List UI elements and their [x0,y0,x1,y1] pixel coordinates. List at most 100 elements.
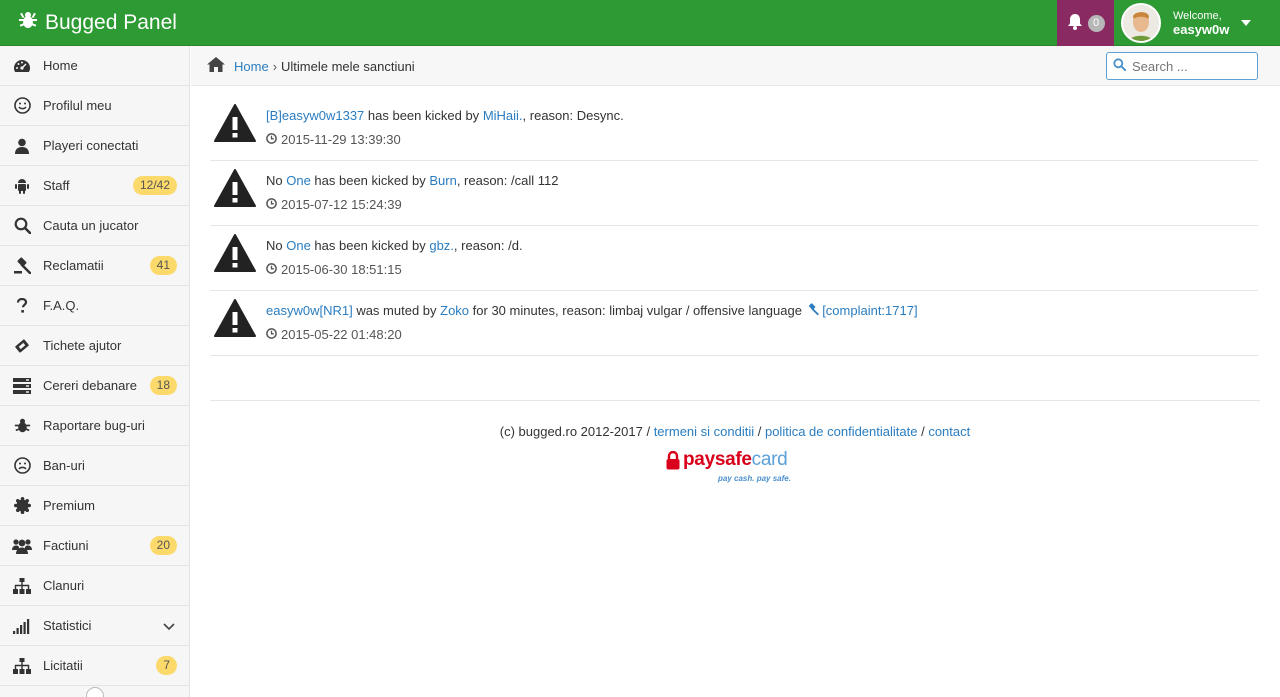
terms-link[interactable]: termeni si conditii [654,424,754,439]
avatar [1121,3,1161,43]
sanction-action: has been kicked by [364,108,483,123]
sanction-reason: for 30 minutes, reason: limbaj vulgar / … [469,303,806,318]
brand[interactable]: Bugged Panel [18,0,177,46]
sidebar-item-label: Cereri debanare [43,378,137,393]
sidebar-item-label: Cauta un jucator [43,218,139,233]
search-box[interactable] [1106,52,1258,80]
admin-link[interactable]: Zoko [440,303,469,318]
player-link[interactable]: One [286,173,311,188]
sitemap-icon [12,656,32,676]
sidebar-item-factions[interactable]: Factiuni 20 [0,526,189,566]
footer: (c) bugged.ro 2012-2017 / termeni si con… [210,424,1260,439]
breadcrumb-current: Ultimele mele sanctiuni [281,58,415,74]
sidebar-item-profile[interactable]: Profilul meu [0,86,189,126]
android-icon [12,176,32,196]
bug-icon [18,10,45,36]
timestamp-text: 2015-11-29 13:39:30 [281,132,401,147]
top-navbar: Bugged Panel 0 Welcome, easyw0w [0,0,1280,46]
certificate-icon [12,496,32,516]
player-link[interactable]: [B]easyw0w1337 [266,108,364,123]
sidebar-item-unban-requests[interactable]: Cereri debanare 18 [0,366,189,406]
list-item: No One has been kicked by Burn, reason: … [210,161,1258,226]
search-input[interactable] [1132,58,1252,74]
list-item: [B]easyw0w1337 has been kicked by MiHaii… [210,96,1258,161]
admin-link[interactable]: MiHaii. [483,108,523,123]
server-icon [12,376,32,396]
sidebar-item-label: Tichete ajutor [43,338,122,353]
user-menu[interactable]: Welcome, easyw0w [1114,0,1280,46]
smile-icon [12,96,32,116]
footer-sep: / [917,424,929,439]
sitemap-icon [12,576,32,596]
sidebar-item-premium[interactable]: Premium [0,486,189,526]
frown-icon [12,456,32,476]
sidebar-item-faq[interactable]: F.A.Q. [0,286,189,326]
sidebar-item-label: Raportare bug-uri [43,418,145,433]
sidebar-item-statistics[interactable]: Statistici [0,606,189,646]
sanction-action: has been kicked by [310,173,430,188]
player-link[interactable]: One [286,238,311,253]
notifications-count: 0 [1087,14,1105,32]
sidebar-item-clans[interactable]: Clanuri [0,566,189,606]
sidebar-item-search-player[interactable]: Cauta un jucator [0,206,189,246]
breadcrumb-home-link[interactable]: Home [234,59,269,74]
users-icon [12,536,32,556]
sidebar-collapse[interactable] [0,686,189,697]
gavel-icon [12,256,32,276]
sidebar-item-bans[interactable]: Ban-uri [0,446,189,486]
sanction-prefix: No [266,238,287,253]
paysafecard-brand-a: paysafe [683,449,752,470]
sidebar-item-label: Playeri conectati [43,138,139,153]
contact-link[interactable]: contact [928,424,970,439]
sidebar-item-home[interactable]: Home [0,46,189,86]
footer-sep: / [754,424,765,439]
search-icon [12,216,32,236]
bug-icon [12,416,32,436]
admin-link[interactable]: Burn [429,173,456,188]
footer-divider [210,400,1260,401]
sanction-timestamp: 2015-06-30 18:51:15 [266,262,402,277]
paysafecard-logo: paysafecard pay cash. pay safe. [666,449,798,485]
factions-badge: 20 [149,536,177,555]
warning-icon [214,104,256,145]
sidebar-item-label: Home [43,58,78,73]
player-link[interactable]: easyw0w[NR1] [266,303,353,318]
admin-link[interactable]: gbz. [429,238,454,253]
list-item: easyw0w[NR1] was muted by Zoko for 30 mi… [210,291,1258,356]
sanction-text: [B]easyw0w1337 has been kicked by MiHaii… [266,108,624,123]
complaint-link[interactable]: [complaint:1717] [822,303,917,318]
question-icon [12,296,32,316]
clock-icon [266,132,281,147]
sidebar-item-label: Clanuri [43,578,85,593]
dashboard-icon [12,56,32,76]
app-title: Bugged Panel [45,11,177,34]
notifications-button[interactable]: 0 [1057,0,1114,46]
collapse-toggle-icon[interactable] [86,687,104,697]
breadcrumb-separator: › [272,58,278,74]
staff-badge: 12/42 [132,176,177,195]
complaints-badge: 41 [149,256,177,275]
sidebar-item-auctions[interactable]: Licitatii 7 [0,646,189,686]
clock-icon [266,262,281,277]
sidebar-item-complaints[interactable]: Reclamatii 41 [0,246,189,286]
sidebar-item-tickets[interactable]: Tichete ajutor [0,326,189,366]
sidebar-item-players[interactable]: Playeri conectati [0,126,189,166]
timestamp-text: 2015-05-22 01:48:20 [281,327,402,342]
sanction-action: has been kicked by [310,238,430,253]
sidebar-item-label: Profilul meu [43,98,112,113]
sidebar-item-staff[interactable]: Staff 12/42 [0,166,189,206]
bell-icon [1067,13,1083,33]
search-icon [1113,58,1127,74]
sanction-reason: , reason: Desync. [522,108,624,123]
sidebar-item-label: Reclamatii [43,258,104,273]
sidebar-item-label: Statistici [43,618,92,633]
warning-icon [214,299,256,340]
privacy-link[interactable]: politica de confidentialitate [765,424,918,439]
sidebar-item-bug-report[interactable]: Raportare bug-uri [0,406,189,446]
sanction-reason: , reason: /call 112 [456,173,559,188]
sanction-reason: , reason: /d. [453,238,523,253]
timestamp-text: 2015-07-12 15:24:39 [281,197,402,212]
sidebar-item-label: Licitatii [43,658,83,673]
sidebar-item-label: Staff [43,178,70,193]
timestamp-text: 2015-06-30 18:51:15 [281,262,402,277]
